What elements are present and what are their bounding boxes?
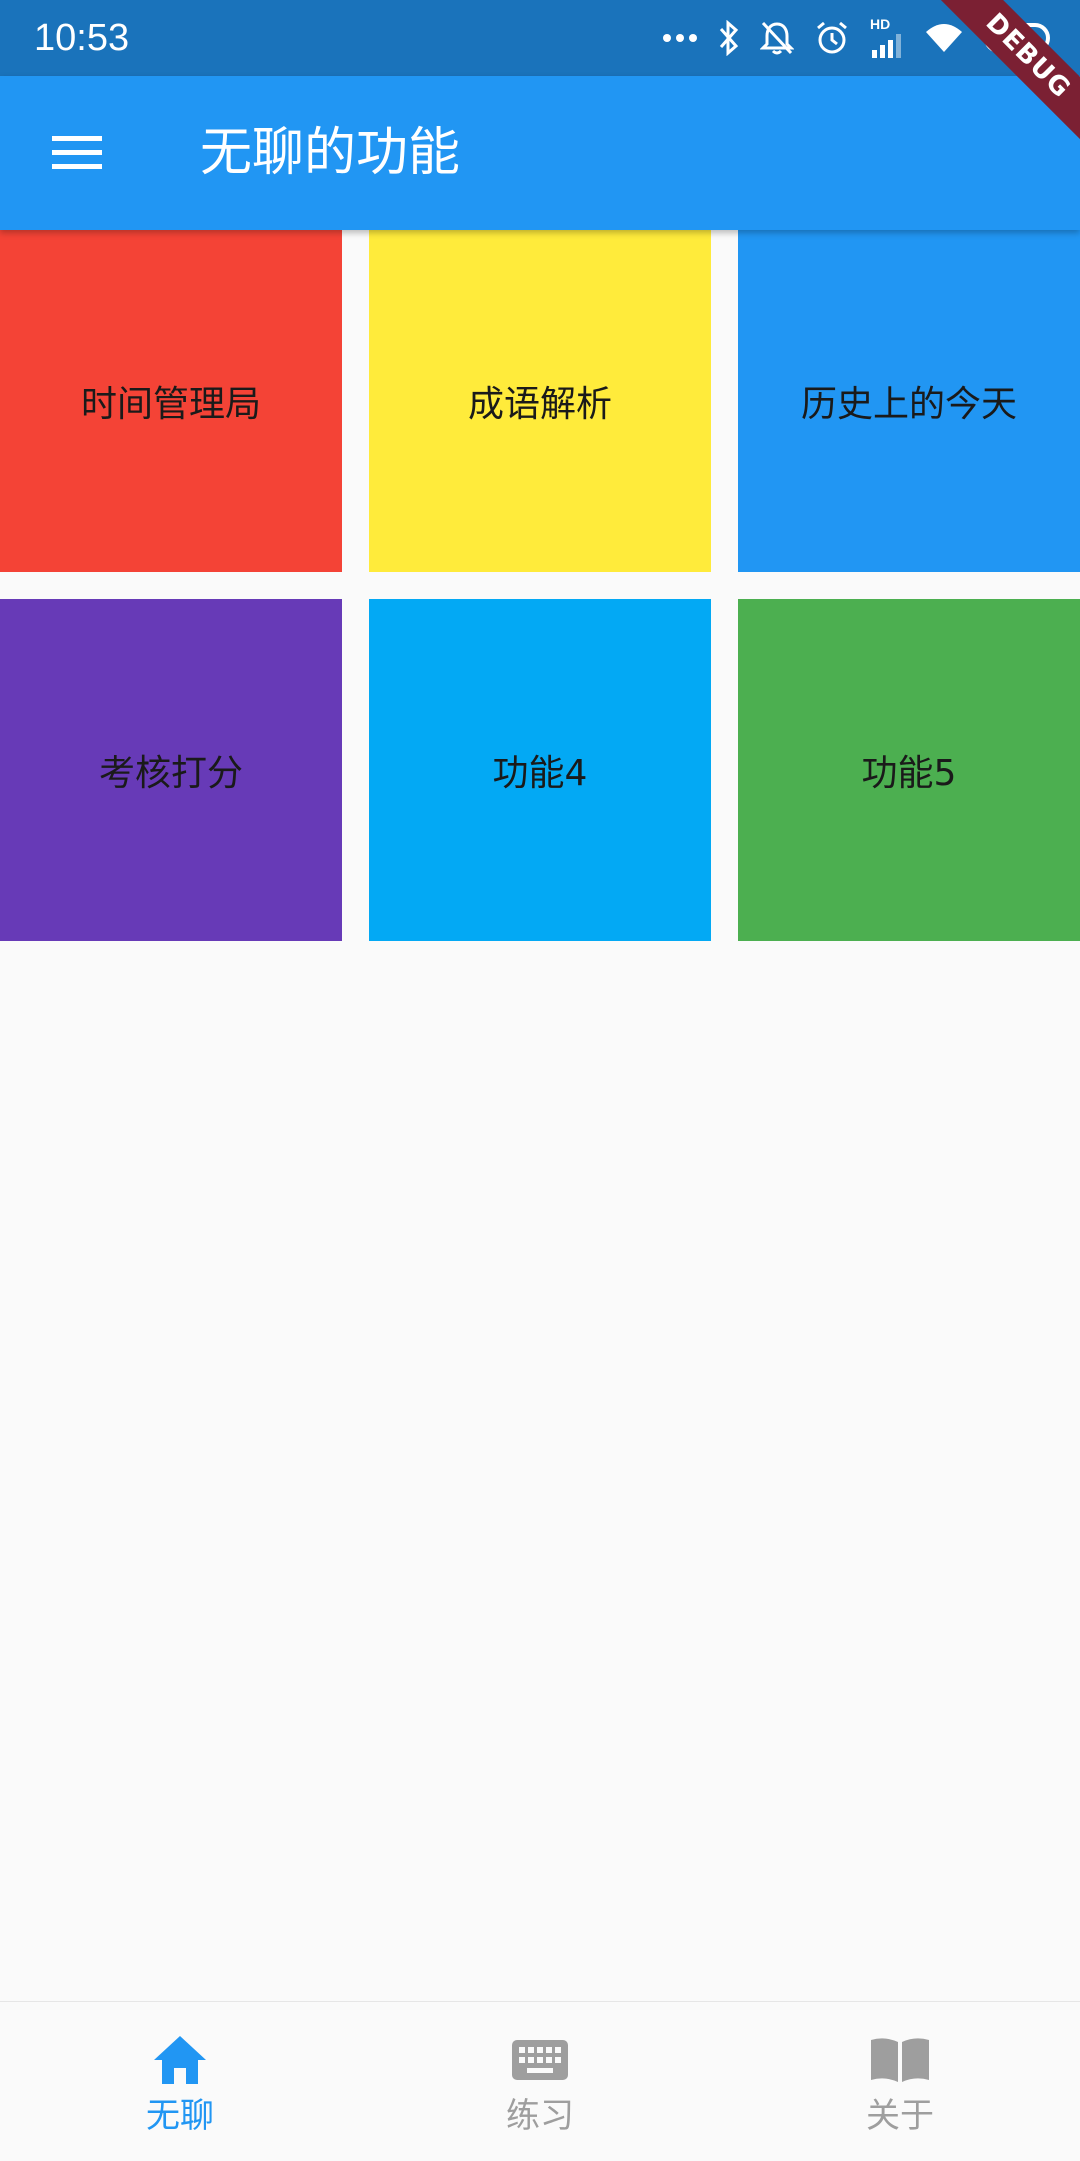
tile-label: 功能5 [861,753,957,794]
status-time: 10:53 [34,17,130,59]
nav-label: 练习 [506,2096,574,2136]
tile-feature-5[interactable]: 功能5 [738,599,1080,941]
more-dots-icon [663,34,697,42]
tile-feature-4[interactable]: 功能4 [369,599,711,941]
tile-assessment-scoring[interactable]: 考核打分 [0,599,342,941]
page-title: 无聊的功能 [200,123,461,183]
tile-label: 时间管理局 [80,384,261,425]
tile-history-today[interactable]: 历史上的今天 [738,230,1080,572]
home-icon [152,2032,208,2088]
tile-label: 成语解析 [467,384,612,425]
menu-icon[interactable] [48,133,106,173]
bluetooth-icon [719,20,739,56]
signal-icon [872,34,901,58]
nav-item-wuliao[interactable]: 无聊 [0,2002,360,2161]
signal-indicator: HD [870,16,904,58]
tile-label: 考核打分 [98,753,243,794]
nav-item-practice[interactable]: 练习 [360,2002,720,2161]
tile-time-management[interactable]: 时间管理局 [0,230,342,572]
status-bar: 10:53 HD 39 [0,0,1080,76]
nav-item-about[interactable]: 关于 [720,2002,1080,2161]
app-bar: 无聊的功能 [0,76,1080,230]
nav-label: 关于 [866,2096,934,2136]
network-type-label: HD [870,16,891,32]
tile-idiom-analysis[interactable]: 成语解析 [369,230,711,572]
bottom-navigation: 无聊 练习 关于 [0,2001,1080,2161]
tile-label: 历史上的今天 [800,384,1017,425]
nav-label: 无聊 [146,2096,214,2136]
alarm-icon [817,21,847,54]
wifi-icon [926,24,962,52]
tile-label: 功能4 [492,753,588,794]
book-icon [869,2032,931,2088]
keyboard-icon [511,2032,569,2088]
notifications-off-icon [760,21,794,55]
